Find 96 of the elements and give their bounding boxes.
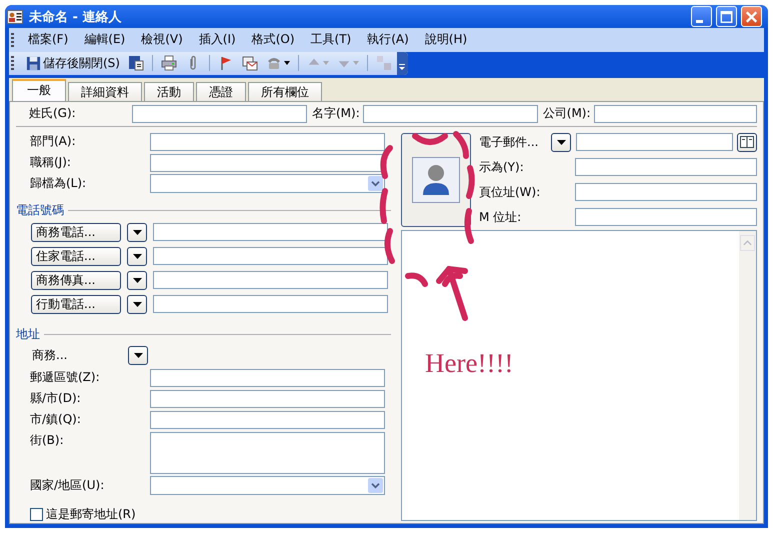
section-title: 電話號碼	[16, 202, 64, 219]
dropdown-button[interactable]	[127, 246, 147, 266]
book-icon	[740, 136, 754, 148]
minimize-button[interactable]	[691, 6, 712, 28]
tab[interactable]: 一般	[12, 78, 66, 101]
dropdown-field[interactable]	[150, 174, 385, 194]
menu-item[interactable]: 說明(H)	[416, 31, 476, 48]
field-label: 姓氏(G):	[28, 105, 77, 122]
first-name-field[interactable]	[362, 104, 538, 123]
dropdown-field[interactable]	[150, 476, 385, 496]
address-type-label: 商務...	[31, 347, 68, 364]
phone-field[interactable]	[153, 223, 388, 242]
address-book-button[interactable]	[737, 132, 757, 152]
field-label: 歸檔為(L):	[29, 175, 88, 192]
dropdown-button[interactable]	[551, 132, 571, 152]
toolbar-grip-icon	[11, 56, 14, 70]
field-label: 國家/地區(U):	[29, 477, 106, 494]
maximize-button[interactable]	[716, 6, 737, 28]
toolbar-overflow-button[interactable]	[396, 52, 408, 75]
print-icon[interactable]	[160, 55, 177, 72]
save-contact-icon[interactable]	[128, 55, 144, 72]
caret-icon	[322, 61, 329, 66]
field-label: 公司(M):	[542, 105, 591, 122]
field-label: 街(B):	[29, 432, 65, 449]
text-field[interactable]	[150, 390, 385, 408]
text-field[interactable]	[150, 368, 385, 387]
phone-field[interactable]	[153, 271, 388, 290]
caret-icon	[132, 254, 142, 259]
phone-icon	[266, 55, 282, 72]
field-label: 郵遞區號(Z):	[29, 369, 101, 386]
text-field[interactable]	[150, 132, 385, 151]
scrollbar[interactable]	[739, 230, 756, 520]
mailing-address-checkbox[interactable]: 這是郵寄地址(R)	[16, 506, 391, 523]
phone-field[interactable]	[153, 247, 388, 266]
menu-item[interactable]: 編輯(E)	[76, 31, 134, 48]
phone-field[interactable]	[153, 295, 388, 314]
text-field[interactable]	[150, 410, 385, 429]
overflow-icon	[398, 62, 406, 72]
caret-icon	[352, 61, 359, 66]
dropdown-button[interactable]	[128, 346, 148, 366]
tab[interactable]: 所有欄位	[248, 82, 322, 101]
field-label: 職稱(J):	[29, 154, 72, 172]
text-field[interactable]	[575, 183, 757, 202]
field-label: 部門(A):	[29, 133, 77, 150]
close-button[interactable]	[741, 6, 762, 28]
email-label: 電子郵件...	[479, 134, 540, 151]
chevron-down-icon	[368, 176, 383, 192]
menu-item[interactable]: 執行(A)	[359, 31, 417, 48]
last-name-field[interactable]	[132, 104, 307, 123]
menu-item[interactable]: 工具(T)	[302, 31, 360, 48]
chevron-down-icon	[368, 478, 383, 494]
contact-photo-button[interactable]	[401, 132, 471, 227]
contact-card-icon	[7, 10, 23, 24]
email-field[interactable]	[576, 133, 733, 152]
phone-type-button[interactable]: 商務電話...	[31, 222, 121, 242]
envelope-card-icon[interactable]	[242, 55, 258, 72]
tab[interactable]: 活動	[144, 82, 194, 101]
menu-item[interactable]: 檔案(F)	[20, 31, 76, 48]
field-label: 市/鎮(Q):	[29, 411, 82, 428]
caret-icon	[132, 302, 142, 307]
tab[interactable]: 憑證	[196, 82, 246, 101]
section-title: 地址	[16, 326, 40, 343]
phone-type-button[interactable]: 商務傳真...	[31, 270, 121, 290]
person-silhouette-icon	[412, 156, 460, 203]
text-field[interactable]	[575, 208, 757, 226]
text-field[interactable]	[150, 154, 385, 172]
field-label: M 位址:	[479, 208, 522, 226]
minimize-icon	[696, 20, 702, 23]
caret-icon	[132, 230, 142, 235]
field-label: 頁位址(W):	[479, 184, 542, 201]
caret-icon	[132, 278, 142, 283]
field-label: 縣/市(D):	[29, 390, 82, 408]
dropdown-button[interactable]	[127, 222, 147, 242]
dropdown-button[interactable]	[127, 270, 147, 290]
field-label: 示為(Y):	[479, 158, 525, 176]
phone-type-button[interactable]: 行動電話...	[31, 294, 121, 314]
caret-icon	[284, 61, 290, 66]
menu-grip-icon	[11, 32, 14, 47]
caret-icon	[556, 140, 566, 145]
window-title: 未命名 - 連絡人	[29, 8, 122, 26]
annotation-text: Here!!!!	[425, 348, 514, 379]
translate-icon[interactable]	[376, 55, 392, 72]
company-field[interactable]	[594, 104, 757, 123]
dropdown-button[interactable]	[127, 294, 147, 314]
tab[interactable]: 詳細資料	[68, 82, 142, 101]
menu-item[interactable]: 插入(I)	[190, 31, 244, 48]
caret-icon	[134, 353, 142, 358]
notes-field[interactable]	[401, 230, 757, 521]
text-field[interactable]	[575, 158, 757, 176]
street-field[interactable]	[150, 432, 385, 474]
menu-item[interactable]: 檢視(V)	[133, 31, 191, 48]
menu-item[interactable]: 格式(O)	[244, 31, 303, 48]
scroll-up-icon[interactable]	[740, 234, 755, 251]
phone-type-button[interactable]: 住家電話...	[31, 246, 121, 266]
save-close-button[interactable]: 儲存後關閉(S)	[24, 54, 122, 72]
field-label: 名字(M):	[311, 105, 360, 122]
